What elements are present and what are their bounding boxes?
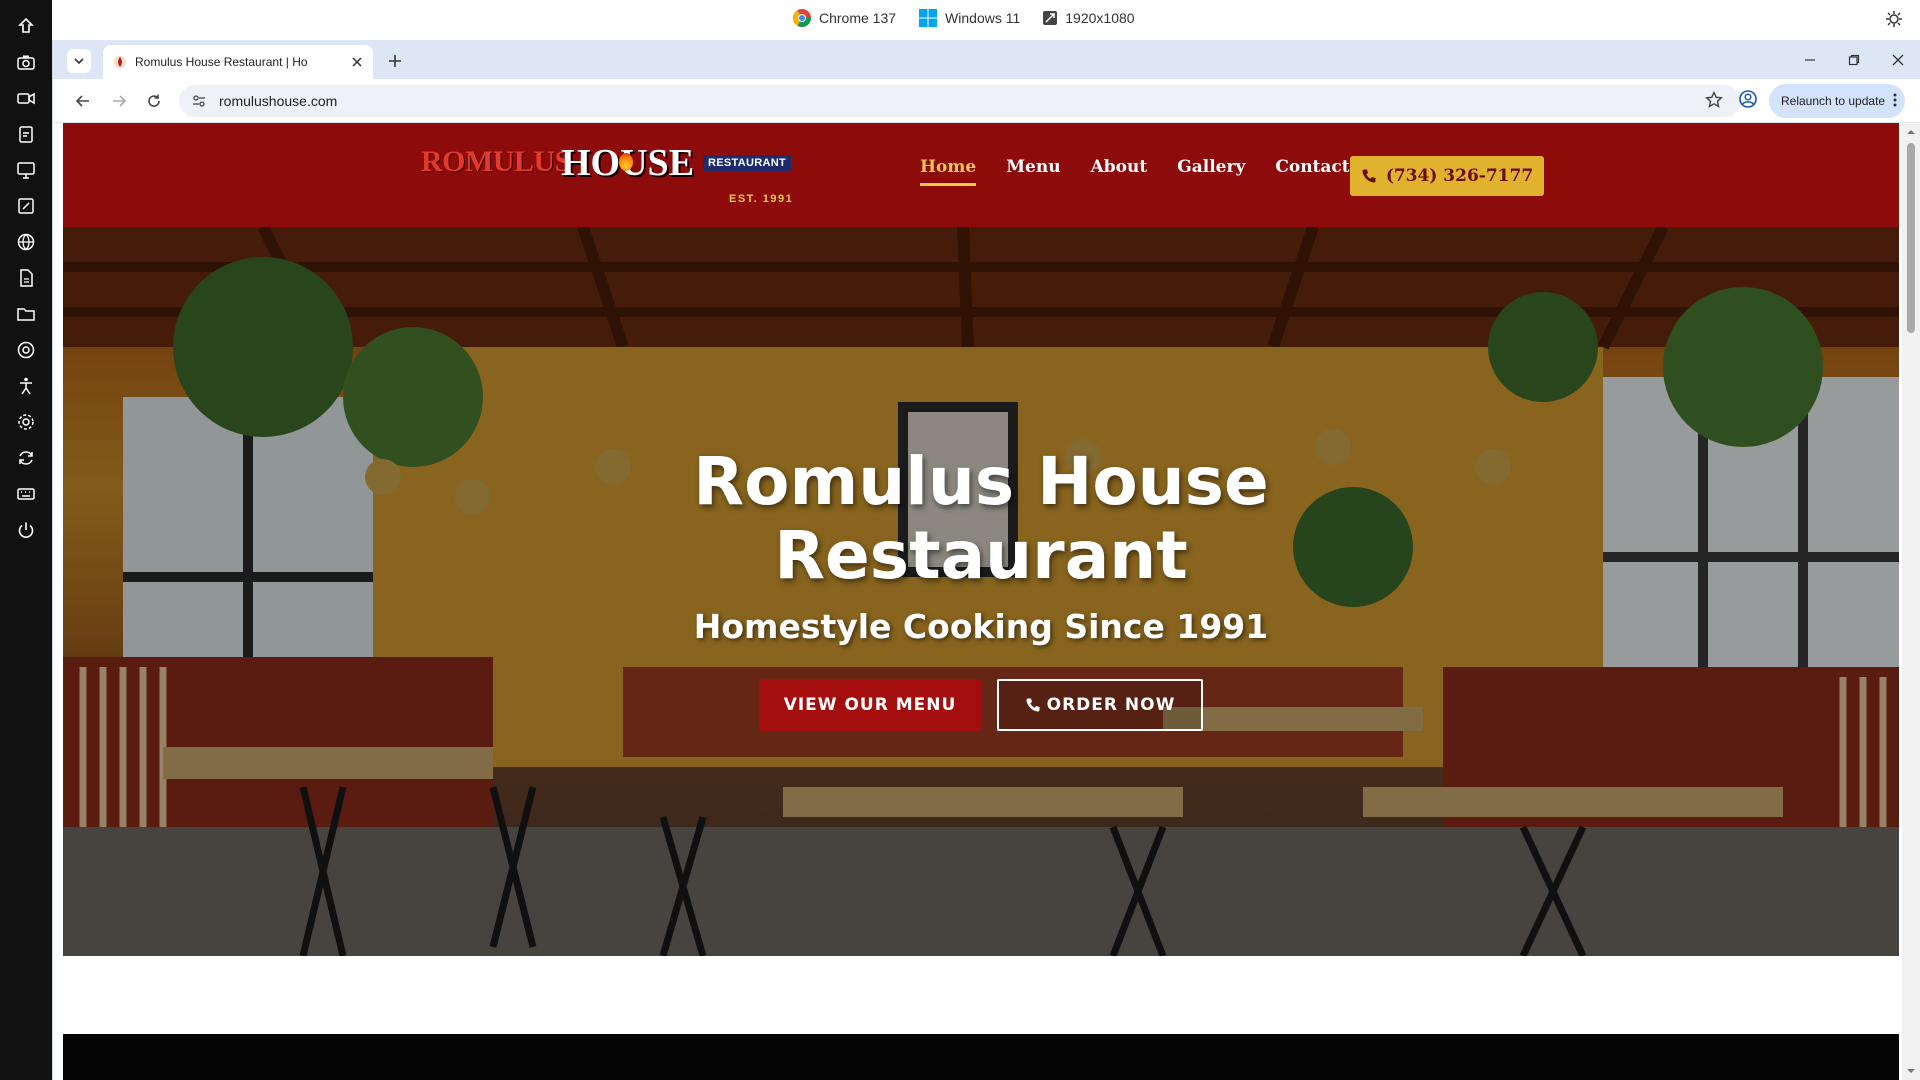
- forward-button[interactable]: [107, 89, 131, 113]
- resolution-icon: [1043, 11, 1058, 25]
- back-button[interactable]: [71, 89, 95, 113]
- sync-icon[interactable]: [6, 440, 46, 476]
- bookmark-star-icon[interactable]: [1704, 90, 1724, 114]
- nav-gallery[interactable]: Gallery: [1177, 157, 1245, 186]
- hero-section: Romulus House Restaurant Homestyle Cooki…: [63, 227, 1899, 956]
- order-now-label: ORDER NOW: [1046, 695, 1176, 715]
- more-vert-icon[interactable]: [1893, 93, 1897, 110]
- main-nav: Home Menu About Gallery Contact: [920, 157, 1350, 186]
- scroll-up-icon[interactable]: [1906, 127, 1916, 137]
- reload-button[interactable]: [142, 89, 166, 113]
- monitor-icon[interactable]: [6, 152, 46, 188]
- video-icon[interactable]: [6, 80, 46, 116]
- logo-icon[interactable]: [6, 8, 46, 44]
- minimize-button[interactable]: [1788, 40, 1832, 79]
- logo-est-text: EST. 1991: [729, 193, 794, 205]
- logo-romulus-text: ROMULUS: [421, 145, 571, 178]
- tab-title: Romulus House Restaurant | Ho: [135, 55, 308, 69]
- omnibox[interactable]: romulushouse.com: [179, 85, 1741, 117]
- minimize-icon: [1805, 58, 1815, 61]
- restore-button[interactable]: [1832, 40, 1876, 79]
- hero-title: Romulus House Restaurant: [63, 445, 1899, 593]
- edit-icon[interactable]: [6, 188, 46, 224]
- new-tab-button[interactable]: [383, 49, 407, 73]
- restore-icon: [1848, 54, 1860, 65]
- url-text: romulushouse.com: [219, 93, 338, 109]
- profile-icon[interactable]: [1738, 89, 1758, 114]
- browser-window: Romulus House Restaurant | Ho romulushou…: [52, 40, 1920, 1080]
- phone-icon: [1026, 698, 1040, 712]
- os-version: Windows 11: [945, 10, 1021, 26]
- system-info-bar: Chrome 137 Windows 11 1920x1080: [52, 0, 1920, 40]
- hero-content: Romulus House Restaurant Homestyle Cooki…: [63, 227, 1899, 956]
- page-viewport: ROMULUS HOUSE RESTAURANT EST. 1991 Home …: [63, 123, 1899, 1080]
- view-menu-button[interactable]: VIEW OUR MENU: [759, 679, 981, 731]
- screen-resolution: 1920x1080: [1065, 10, 1135, 26]
- nav-home[interactable]: Home: [920, 157, 977, 186]
- flame-icon: [619, 153, 633, 171]
- logo-restaurant-badge: RESTAURANT: [703, 155, 791, 171]
- hero-title-line1: Romulus House: [693, 443, 1269, 520]
- arrow-right-icon: [113, 95, 127, 107]
- site-header: ROMULUS HOUSE RESTAURANT EST. 1991 Home …: [63, 123, 1899, 227]
- globe-icon[interactable]: [6, 224, 46, 260]
- scroll-thumb[interactable]: [1907, 143, 1915, 333]
- reload-icon: [148, 94, 160, 107]
- site-logo[interactable]: ROMULUS HOUSE RESTAURANT EST. 1991: [421, 141, 811, 211]
- bug-icon[interactable]: [1884, 9, 1904, 34]
- hero-title-line2: Restaurant: [774, 517, 1188, 594]
- phone-icon: [1362, 169, 1376, 183]
- chrome-icon[interactable]: [6, 332, 46, 368]
- phone-number: (734) 326-7177: [1385, 166, 1534, 186]
- arrow-left-icon: [75, 95, 89, 107]
- plus-icon: [389, 55, 401, 67]
- nav-about[interactable]: About: [1091, 157, 1148, 186]
- accessibility-icon[interactable]: [6, 368, 46, 404]
- clipboard-icon[interactable]: [6, 116, 46, 152]
- site-settings-icon[interactable]: [191, 93, 207, 109]
- left-toolbar: [0, 0, 52, 1080]
- footer-band: [63, 1034, 1899, 1080]
- nav-contact[interactable]: Contact: [1275, 157, 1349, 186]
- folder-icon[interactable]: [6, 296, 46, 332]
- nav-menu[interactable]: Menu: [1006, 157, 1060, 186]
- chevron-down-icon: [74, 58, 84, 65]
- close-icon: [1892, 54, 1904, 65]
- document-icon[interactable]: [6, 260, 46, 296]
- keyboard-icon[interactable]: [6, 476, 46, 512]
- tab-search-button[interactable]: [67, 49, 91, 73]
- hero-subtitle: Homestyle Cooking Since 1991: [693, 607, 1269, 646]
- order-now-button[interactable]: ORDER NOW: [997, 679, 1203, 731]
- favicon-icon: [114, 56, 126, 68]
- relaunch-button[interactable]: Relaunch to update: [1769, 84, 1905, 118]
- browser-version: Chrome 137: [819, 10, 897, 26]
- address-toolbar: romulushouse.com Relaunch to update: [53, 79, 1920, 123]
- hero-buttons: VIEW OUR MENU ORDER NOW: [63, 679, 1899, 731]
- scroll-down-icon[interactable]: [1906, 1066, 1916, 1076]
- windows-logo-icon: [919, 9, 938, 27]
- tab-strip: Romulus House Restaurant | Ho: [53, 40, 1920, 79]
- browser-tab[interactable]: Romulus House Restaurant | Ho: [103, 45, 373, 79]
- power-icon[interactable]: [6, 512, 46, 548]
- close-tab-icon[interactable]: [351, 56, 363, 68]
- close-window-button[interactable]: [1876, 40, 1920, 79]
- page-scrollbar[interactable]: [1902, 123, 1920, 1080]
- camera-icon[interactable]: [6, 44, 46, 80]
- settings-icon[interactable]: [6, 404, 46, 440]
- relaunch-label: Relaunch to update: [1781, 94, 1886, 108]
- window-controls: [1788, 40, 1920, 79]
- call-button[interactable]: (734) 326-7177: [1350, 156, 1544, 196]
- chrome-logo-icon: [793, 9, 811, 28]
